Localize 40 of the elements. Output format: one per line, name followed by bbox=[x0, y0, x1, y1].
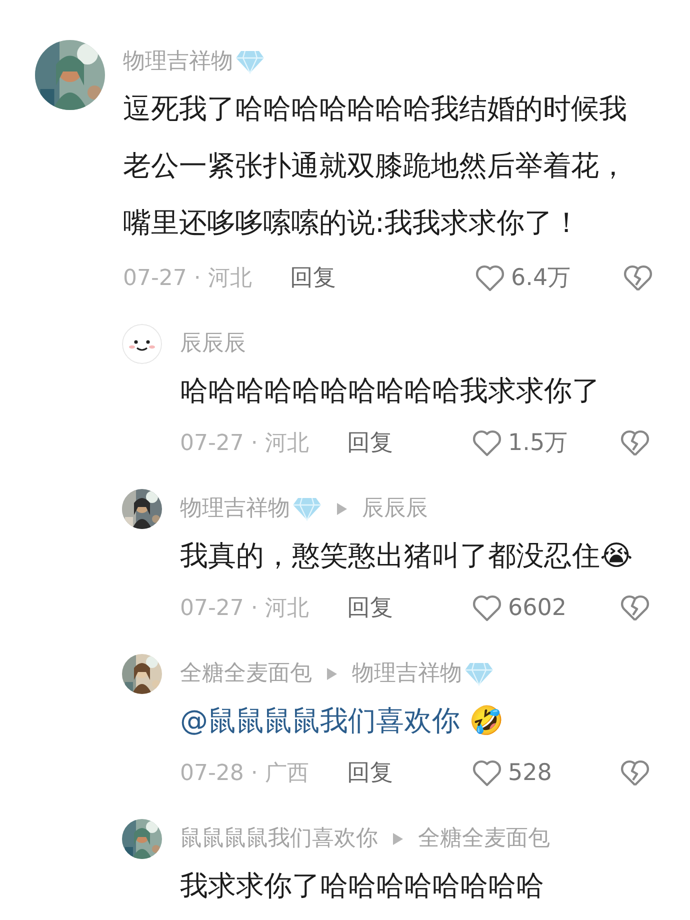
reply-target-name[interactable]: 全糖全麦面包 bbox=[418, 824, 550, 854]
heart-icon bbox=[472, 429, 502, 458]
diamond-icon bbox=[235, 50, 265, 74]
triangle-icon bbox=[326, 667, 338, 681]
reply-link[interactable]: 回复 bbox=[347, 426, 393, 460]
reply-link[interactable]: 回复 bbox=[347, 756, 393, 790]
like-count: 6602 bbox=[508, 594, 567, 623]
comment-text: @鼠鼠鼠鼠我们喜欢你 🤣 bbox=[180, 703, 504, 739]
reply-link[interactable]: 回复 bbox=[290, 261, 336, 296]
author-name[interactable]: 辰辰辰 bbox=[180, 329, 246, 359]
heart-icon bbox=[472, 594, 502, 622]
date-location: 07-27 · 河北 bbox=[180, 430, 310, 458]
triangle-icon bbox=[392, 832, 404, 846]
triangle-icon bbox=[336, 502, 348, 516]
heart-icon bbox=[475, 264, 505, 292]
author-name[interactable]: 物理吉祥物 bbox=[123, 47, 233, 77]
broken-heart-icon bbox=[620, 594, 650, 622]
date-location: 07-28 · 广西 bbox=[180, 760, 310, 788]
like-count: 6.4万 bbox=[511, 264, 571, 293]
smiley-avatar-icon bbox=[122, 324, 162, 364]
author-name[interactable]: 物理吉祥物 bbox=[180, 494, 290, 524]
broken-heart-icon bbox=[620, 429, 650, 458]
author-name[interactable]: 全糖全麦面包 bbox=[180, 659, 312, 689]
heart-icon bbox=[472, 759, 502, 788]
like-count: 528 bbox=[508, 759, 552, 788]
date-location: 07-27 · 河北 bbox=[123, 264, 253, 293]
reply-target-name[interactable]: 物理吉祥物 bbox=[352, 659, 462, 689]
diamond-icon bbox=[464, 662, 494, 686]
broken-heart-icon bbox=[620, 759, 650, 788]
reply-target-name[interactable]: 辰辰辰 bbox=[362, 494, 428, 524]
comment-text: 我求求你了哈哈哈哈哈哈哈哈 bbox=[180, 868, 544, 904]
broken-heart-icon bbox=[623, 264, 653, 292]
date-location: 07-27 · 河北 bbox=[180, 594, 310, 623]
author-name[interactable]: 鼠鼠鼠鼠我们喜欢你 bbox=[180, 824, 378, 854]
diamond-icon bbox=[292, 497, 322, 521]
reply-link[interactable]: 回复 bbox=[347, 591, 393, 626]
comment-text: 哈哈哈哈哈哈哈哈哈哈我求求你了 bbox=[180, 373, 600, 409]
comment-text: 逗死我了哈哈哈哈哈哈哈我结婚的时候我老公一紧张扑通就双膝跪地然后举着花，嘴里还哆哆嗦嗦的说:我我求求你了！ bbox=[123, 91, 628, 241]
comment-text: 我真的，憨笑憨出猪叫了都没忍住😭 bbox=[180, 538, 633, 574]
like-count: 1.5万 bbox=[508, 429, 568, 458]
